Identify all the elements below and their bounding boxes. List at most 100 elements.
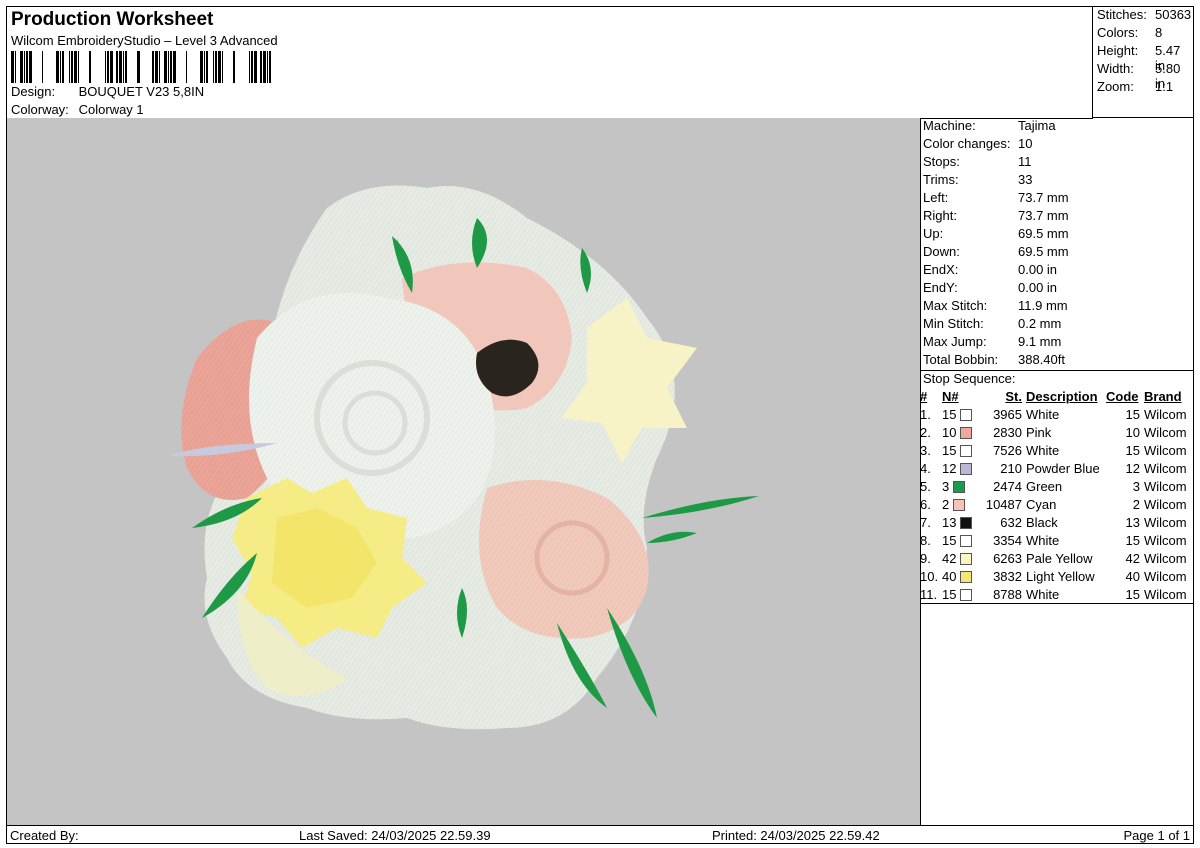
row-needle-cell: 3: [942, 477, 974, 495]
row-brand: Wilcom: [1144, 568, 1187, 584]
row-code: 15: [1125, 532, 1140, 548]
summary-value: 50363: [1155, 7, 1192, 22]
colorway-label: Colorway:: [11, 102, 69, 117]
table-row: 8. 15 3354 White 15 Wilcom: [920, 531, 1194, 549]
machine-info-label: Max Jump:: [923, 334, 987, 349]
colorway-row: Colorway: Colorway 1: [11, 102, 144, 117]
row-code: 15: [1125, 586, 1140, 602]
machine-info-row: Stops: 11: [920, 154, 1194, 172]
machine-info-row: Machine: Tajima: [920, 118, 1194, 136]
row-index: 10.: [920, 568, 939, 584]
col-needle: N#: [942, 389, 959, 404]
table-row: 10. 40 3832 Light Yellow 40 Wilcom: [920, 567, 1194, 585]
machine-info-row: EndX: 0.00 in: [920, 262, 1194, 280]
col-description: Description: [1026, 389, 1098, 404]
row-index: 3.: [920, 442, 931, 458]
summary-value: 1:1: [1155, 79, 1174, 94]
machine-info-value: 9.1 mm: [1018, 334, 1062, 349]
color-swatch-icon: [960, 571, 973, 584]
table-row: 3. 15 7526 White 15 Wilcom: [920, 441, 1194, 459]
table-row: 1. 15 3965 White 15 Wilcom: [920, 405, 1194, 423]
row-code: 2: [1132, 496, 1140, 512]
color-swatch-icon: [952, 499, 965, 512]
color-swatch-icon: [960, 445, 973, 458]
worksheet-footer: Created By: Last Saved: 24/03/2025 22.59…: [7, 825, 1194, 845]
row-code: 15: [1125, 406, 1140, 422]
row-needle: 15: [942, 532, 957, 548]
color-swatch-icon: [960, 517, 973, 530]
machine-info-value: 11.9 mm: [1018, 298, 1068, 313]
row-code: 12: [1125, 460, 1140, 476]
row-needle-cell: 15: [942, 441, 974, 459]
row-code: 40: [1125, 568, 1140, 584]
color-swatch-icon: [960, 553, 973, 566]
machine-info-row: Max Jump: 9.1 mm: [920, 334, 1194, 352]
table-row: 6. 2 10487 Cyan 2 Wilcom: [920, 495, 1194, 513]
machine-info-label: Color changes:: [923, 136, 1011, 151]
row-stitches: 3832: [993, 568, 1022, 584]
page-title: Production Worksheet: [11, 9, 214, 30]
summary-row: Stitches: 50363: [1093, 7, 1194, 25]
worksheet-frame: Production Worksheet Wilcom EmbroiderySt…: [6, 6, 1194, 844]
color-swatch-icon: [960, 409, 973, 422]
machine-info-value: 69.5 mm: [1018, 226, 1069, 241]
table-row: 5. 3 2474 Green 3 Wilcom: [920, 477, 1194, 495]
machine-info-value: 69.5 mm: [1018, 244, 1069, 259]
row-needle: 12: [942, 460, 957, 476]
row-needle: 15: [942, 406, 957, 422]
row-needle: 42: [942, 550, 957, 566]
row-stitches: 3965: [993, 406, 1022, 422]
machine-info-value: 10: [1018, 136, 1033, 151]
row-description: Green: [1026, 478, 1063, 494]
machine-info-row: Up: 69.5 mm: [920, 226, 1194, 244]
row-stitches: 2830: [993, 424, 1022, 440]
row-code: 42: [1125, 550, 1140, 566]
row-description: Cyan: [1026, 496, 1057, 512]
row-brand: Wilcom: [1144, 406, 1187, 422]
summary-label: Stitches:: [1097, 7, 1147, 22]
design-preview-canvas: [7, 118, 921, 825]
table-header-row: # N# St. Description Code Brand: [920, 388, 1194, 405]
machine-info-label: Max Stitch:: [923, 298, 988, 313]
row-stitches: 6263: [993, 550, 1022, 566]
embroidery-bouquet-design-icon: [167, 185, 759, 730]
machine-info-row: Total Bobbin: 388.40ft: [920, 352, 1194, 370]
row-stitches: 2474: [993, 478, 1022, 494]
machine-info-value: 33: [1018, 172, 1033, 187]
color-swatch-icon: [960, 589, 973, 602]
row-needle: 15: [942, 442, 957, 458]
worksheet-header: Production Worksheet Wilcom EmbroiderySt…: [7, 7, 1093, 119]
row-description: White: [1026, 406, 1060, 422]
row-needle-cell: 2: [942, 495, 974, 513]
row-description: Black: [1026, 514, 1058, 530]
machine-info-value: 73.7 mm: [1018, 190, 1069, 205]
machine-info-row: Max Stitch: 11.9 mm: [920, 298, 1194, 316]
color-swatch-icon: [960, 463, 973, 476]
row-index: 11.: [920, 586, 938, 602]
machine-info-row: EndY: 0.00 in: [920, 280, 1194, 298]
row-code: 10: [1125, 424, 1140, 440]
row-code: 15: [1125, 442, 1140, 458]
row-code: 13: [1125, 514, 1140, 530]
row-index: 7.: [920, 514, 931, 530]
row-index: 6.: [920, 496, 931, 512]
row-needle-cell: 15: [942, 531, 974, 549]
colorway-value: Colorway 1: [78, 102, 144, 117]
row-stitches: 210: [1000, 460, 1022, 476]
row-brand: Wilcom: [1144, 496, 1187, 512]
row-stitches: 10487: [985, 496, 1022, 512]
row-stitches: 8788: [993, 586, 1022, 602]
machine-info-list: Machine: Tajima Color changes: 10 Stops: 11 Tr…: [920, 118, 1194, 370]
design-value: BOUQUET V23 5,8IN: [78, 84, 205, 99]
row-needle-cell: 10: [942, 423, 974, 441]
row-needle: 13: [942, 514, 957, 530]
machine-info-row: Down: 69.5 mm: [920, 244, 1194, 262]
machine-info-label: Min Stitch:: [923, 316, 984, 331]
summary-label: Zoom:: [1097, 79, 1134, 94]
machine-info-label: EndX:: [923, 262, 959, 277]
row-description: White: [1026, 532, 1060, 548]
row-needle-cell: 13: [942, 513, 974, 531]
color-swatch-icon: [960, 535, 973, 548]
row-stitches: 632: [1000, 514, 1022, 530]
table-row: 11. 15 8788 White 15 Wilcom: [920, 585, 1194, 603]
